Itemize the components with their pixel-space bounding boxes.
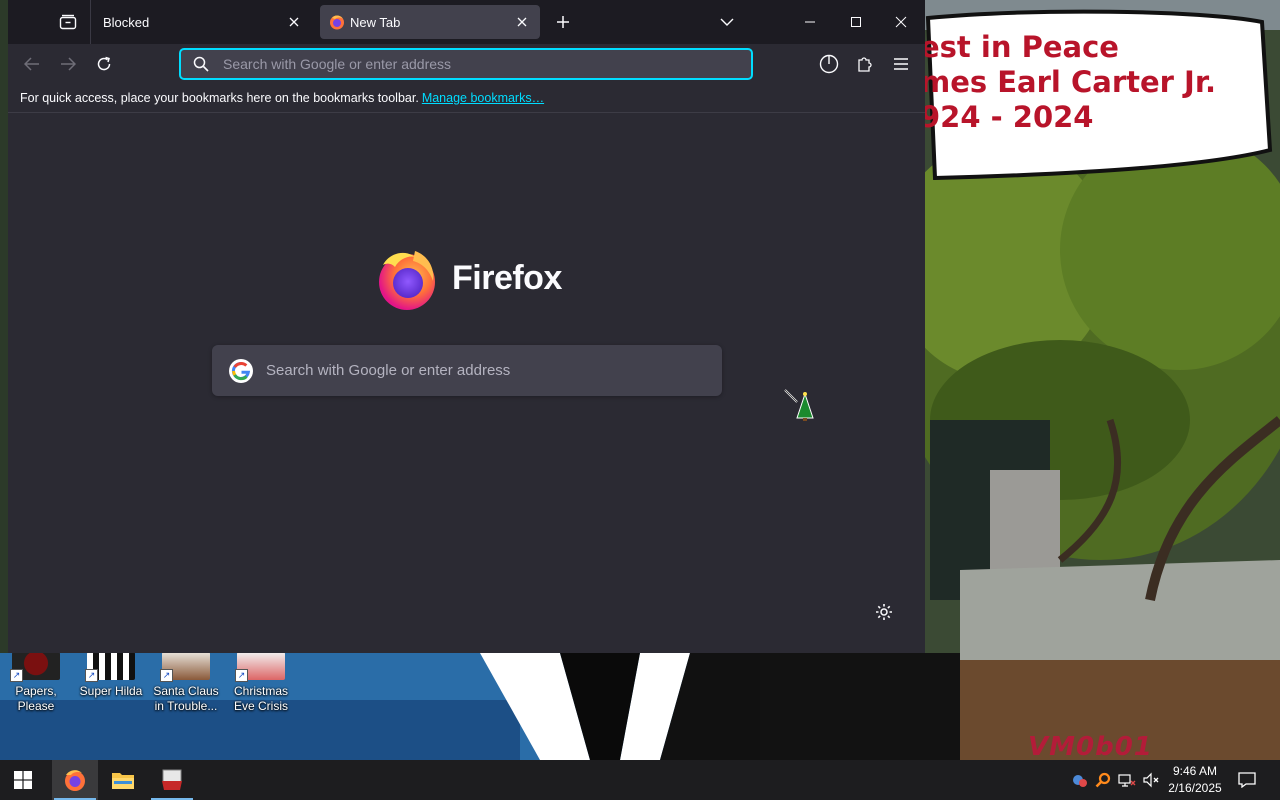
tab-label: New Tab: [350, 14, 401, 30]
desktop-icon-label: Santa Claus in Trouble...: [153, 684, 219, 713]
manage-bookmarks-link[interactable]: Manage bookmarks…: [422, 91, 544, 105]
taskbar-game-app[interactable]: [149, 760, 195, 800]
bookmarks-empty-message: For quick access, place your bookmarks h…: [20, 91, 419, 105]
system-tray: [1069, 760, 1163, 800]
close-icon: [289, 17, 299, 27]
list-all-tabs-button[interactable]: [712, 7, 742, 37]
tab-strip: Blocked New Tab: [8, 0, 925, 44]
desktop-icon-papers-please[interactable]: ↗ Papers, Please: [0, 652, 74, 714]
puzzle-piece-icon: [858, 57, 872, 72]
forward-arrow-icon: [61, 57, 76, 71]
memorial-sign: est in Peace mes Earl Carter Jr. 924 - 2…: [920, 30, 1260, 135]
sign-line-2: mes Earl Carter Jr.: [920, 65, 1217, 99]
volume-muted-icon[interactable]: [1139, 772, 1163, 788]
clock-date: 2/16/2025: [1168, 781, 1222, 795]
tab-blocked[interactable]: Blocked: [92, 5, 312, 39]
windows-logo-icon: [14, 771, 32, 789]
new-tab-page: Firefox Search with Google or enter addr…: [8, 113, 925, 653]
gear-icon: [876, 604, 892, 620]
firefox-favicon-icon: [329, 14, 345, 30]
reload-icon: [97, 56, 111, 71]
google-logo-icon: [228, 358, 254, 384]
desktop-icon-santa-claus[interactable]: ↗ Santa Claus in Trouble...: [148, 652, 224, 714]
minimize-button[interactable]: [795, 7, 825, 37]
taskbar: 9:46 AM 2/16/2025: [0, 760, 1280, 800]
desktop-icon-super-hilda[interactable]: ↗ Super Hilda: [73, 652, 149, 699]
hamburger-menu-icon: [894, 58, 908, 70]
reload-button[interactable]: [89, 49, 119, 79]
downloads-button[interactable]: [814, 49, 844, 79]
close-tab-button[interactable]: [282, 10, 306, 34]
tray-search-icon[interactable]: [1091, 772, 1115, 788]
new-tab-search-box[interactable]: Search with Google or enter address: [212, 345, 722, 396]
maximize-button[interactable]: [841, 7, 871, 37]
close-icon: [517, 17, 527, 27]
plus-icon: [557, 16, 569, 28]
tab-divider: [90, 0, 91, 44]
firefox-view-button[interactable]: [56, 10, 80, 34]
desktop-icon-christmas-eve-crisis[interactable]: ↗ Christmas Eve Crisis: [223, 652, 299, 714]
firefox-wordmark: Firefox: [452, 259, 562, 297]
christmas-eve-crisis-icon: ↗: [235, 652, 285, 682]
tab-label: Blocked: [103, 14, 150, 30]
notification-icon: [1238, 772, 1256, 788]
desktop-icon-label: Super Hilda: [79, 684, 143, 698]
forward-button[interactable]: [53, 49, 83, 79]
bookmarks-toolbar: For quick access, place your bookmarks h…: [8, 84, 925, 113]
start-button[interactable]: [0, 760, 46, 800]
download-progress-icon: [819, 54, 839, 74]
navigation-toolbar: [8, 44, 925, 84]
personalize-new-tab-button[interactable]: [874, 602, 894, 622]
minimize-icon: [805, 21, 815, 23]
address-bar[interactable]: [180, 49, 752, 79]
shortcut-arrow-icon: ↗: [235, 669, 248, 682]
tray-app-icon[interactable]: [1069, 772, 1091, 788]
shortcut-arrow-icon: ↗: [160, 669, 173, 682]
firefox-window: Blocked New Tab Search with Google or en…: [8, 0, 925, 653]
sign-line-1: est in Peace: [920, 30, 1119, 64]
mouse-cursor-icon: [783, 388, 819, 427]
extensions-button[interactable]: [850, 49, 880, 79]
papers-please-icon: ↗: [10, 652, 60, 682]
maximize-icon: [851, 17, 861, 27]
santa-claus-icon: ↗: [160, 652, 210, 682]
close-tab-button[interactable]: [510, 10, 534, 34]
action-center-button[interactable]: [1226, 760, 1268, 800]
taskbar-firefox[interactable]: [52, 760, 98, 800]
network-icon[interactable]: [1115, 772, 1139, 788]
back-arrow-icon: [24, 57, 39, 71]
folder-icon: [112, 773, 134, 789]
taskbar-file-explorer[interactable]: [100, 760, 146, 800]
app-menu-button[interactable]: [886, 49, 916, 79]
taskbar-clock[interactable]: 9:46 AM 2/16/2025: [1164, 763, 1226, 797]
new-tab-button[interactable]: [548, 7, 578, 37]
firefox-view-icon: [59, 14, 77, 30]
close-icon: [895, 16, 907, 28]
super-hilda-icon: ↗: [85, 652, 135, 682]
clock-time: 9:46 AM: [1172, 764, 1218, 778]
close-window-button[interactable]: [886, 7, 916, 37]
desktop-icon-label: Papers, Please: [15, 684, 57, 713]
chevron-down-icon: [720, 18, 734, 26]
tab-new-tab[interactable]: New Tab: [320, 5, 540, 39]
desktop-icon-label: Christmas Eve Crisis: [233, 684, 288, 713]
back-button[interactable]: [17, 49, 47, 79]
search-icon: [193, 56, 209, 72]
new-tab-search-placeholder: Search with Google or enter address: [266, 362, 511, 379]
firefox-logo-icon: [375, 247, 439, 311]
shortcut-arrow-icon: ↗: [10, 669, 23, 682]
watermark-text: VM0b01: [1028, 732, 1153, 760]
game-app-icon: [162, 769, 182, 790]
firefox-icon: [65, 770, 85, 791]
shortcut-arrow-icon: ↗: [85, 669, 98, 682]
address-input[interactable]: [223, 56, 751, 72]
sign-line-3: 924 - 2024: [920, 100, 1094, 134]
